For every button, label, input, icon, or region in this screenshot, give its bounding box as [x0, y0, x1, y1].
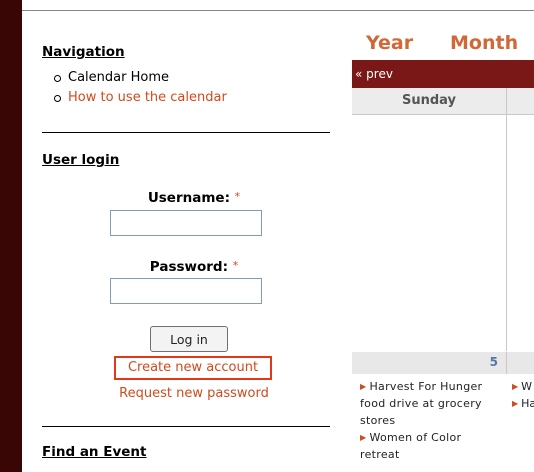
event-item[interactable]: ▶ Harvest For Hunger food drive at grocer…: [360, 378, 504, 429]
event-list-next-day: ▶W retr ▶Ha Hun at g: [512, 378, 534, 412]
user-login-title: User login: [42, 152, 120, 168]
find-event-title: Find an Event: [42, 444, 147, 460]
calendar-cell: [507, 115, 534, 351]
event-link[interactable]: Women of Color retreat: [360, 431, 461, 461]
event-item[interactable]: ▶Ha Hun at g: [512, 395, 534, 412]
tab-year[interactable]: Year: [366, 32, 413, 54]
navigation-list: Calendar Home How to use the calendar: [54, 68, 227, 108]
divider: [42, 132, 330, 133]
event-link[interactable]: Harvest For Hunger food drive at grocery…: [360, 380, 482, 427]
sidebar: Navigation Calendar Home How to use the …: [42, 0, 334, 472]
password-input[interactable]: [110, 278, 262, 304]
left-border-bar: [0, 0, 22, 472]
triangle-icon: ▶: [512, 382, 519, 391]
event-link[interactable]: Ha Hun at g: [521, 397, 534, 410]
event-link[interactable]: W retr: [521, 380, 534, 393]
log-in-button[interactable]: Log in: [150, 326, 228, 352]
username-label: Username: *: [90, 190, 298, 206]
create-account-link[interactable]: Create new account: [114, 356, 272, 380]
event-item[interactable]: ▶W retr: [512, 378, 534, 395]
triangle-icon: ▶: [360, 433, 367, 442]
day-number-bar: 5: [352, 352, 507, 374]
calendar: Year Month « prev Sunday 5 ▶ Harvest For …: [352, 0, 534, 472]
event-item[interactable]: ▶ Women of Color retreat: [360, 429, 504, 463]
day-number[interactable]: 5: [490, 355, 498, 369]
calendar-nav-bar: « prev: [352, 60, 534, 88]
divider: [42, 426, 330, 427]
tab-month[interactable]: Month: [450, 32, 518, 54]
username-label-text: Username:: [147, 190, 230, 206]
day-header-next: [507, 88, 534, 115]
triangle-icon: ▶: [512, 399, 519, 408]
username-input[interactable]: [110, 210, 262, 236]
navigation-title: Navigation: [42, 44, 125, 60]
nav-item-how-to-use[interactable]: How to use the calendar: [54, 88, 227, 108]
event-list: ▶ Harvest For Hunger food drive at grocer…: [360, 378, 504, 463]
nav-item-calendar-home[interactable]: Calendar Home: [54, 68, 227, 88]
required-mark: *: [234, 190, 241, 203]
day-header-sunday: Sunday: [352, 88, 507, 115]
triangle-icon: ▶: [360, 382, 367, 391]
calendar-cell: [352, 115, 507, 351]
required-mark: *: [232, 259, 239, 272]
prev-link[interactable]: « prev: [352, 67, 393, 81]
password-label-text: Password:: [149, 259, 228, 275]
request-password-link[interactable]: Request new password: [82, 386, 306, 401]
password-label: Password: *: [90, 259, 298, 275]
day-number-bar: [507, 352, 534, 374]
